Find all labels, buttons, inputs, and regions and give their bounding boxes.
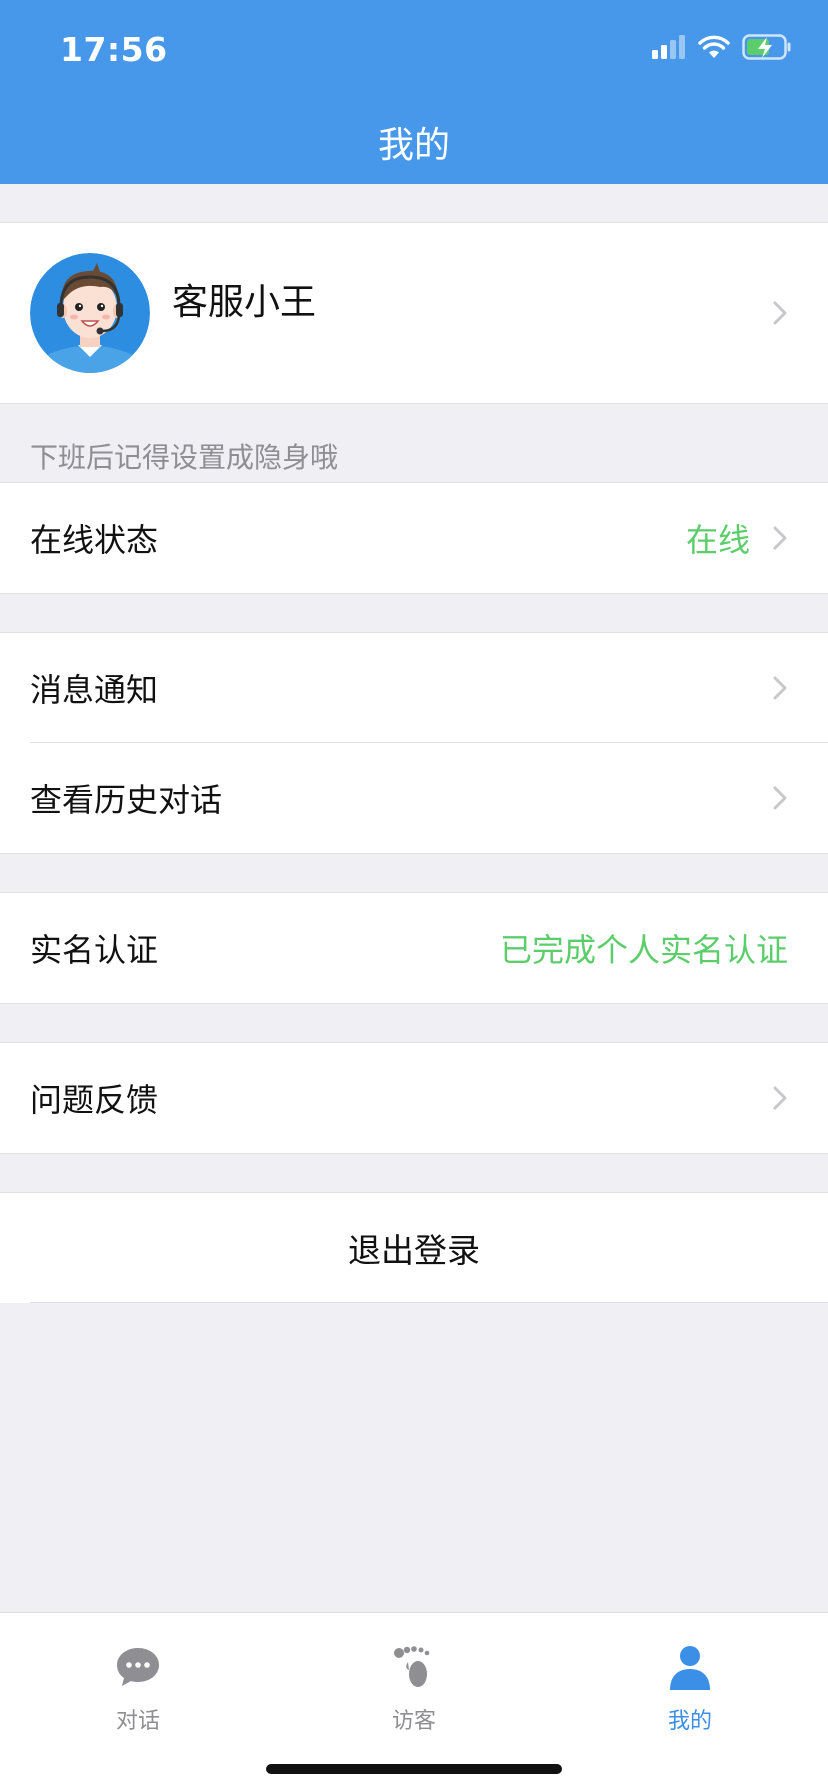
page-title: 我的 [377, 125, 450, 166]
real-name-row[interactable]: 实名认证 已完成个人实名认证 [0, 893, 828, 1003]
feedback-label: 问题反馈 [30, 1081, 159, 1119]
real-name-status: 已完成个人实名认证 [499, 931, 788, 969]
history-row[interactable]: 查看历史对话 [0, 743, 828, 853]
chat-bubble-icon [0, 1641, 276, 1693]
tab-mine-label: 我的 [667, 1709, 712, 1734]
avatar [30, 253, 150, 373]
profile-row[interactable]: 客服小王 [0, 223, 828, 403]
online-status-row[interactable]: 在线状态 在线 [0, 483, 828, 593]
header-bar: 17:56 我的 [0, 0, 828, 184]
row-divider [30, 1302, 828, 1303]
chevron-right-icon [773, 526, 787, 550]
profile-section[interactable]: 客服小王 [0, 222, 828, 404]
chevron-right-icon [773, 301, 787, 325]
logout-section: 退出登录 [0, 1192, 828, 1303]
status-time: 17:56 [60, 30, 168, 69]
logout-label: 退出登录 [348, 1231, 480, 1270]
feedback-section: 问题反馈 [0, 1042, 828, 1154]
notifications-label: 消息通知 [30, 671, 159, 709]
online-status-value: 在线 [685, 521, 750, 559]
feedback-row[interactable]: 问题反馈 [0, 1043, 828, 1153]
history-label: 查看历史对话 [30, 781, 223, 819]
invisible-hint-text: 下班后记得设置成隐身哦 [30, 441, 339, 474]
battery-charging-icon [742, 34, 792, 64]
messages-section: 消息通知 查看历史对话 [0, 632, 828, 854]
chevron-right-icon [773, 676, 787, 700]
tab-chat-label: 对话 [115, 1709, 160, 1734]
home-indicator[interactable] [266, 1764, 562, 1774]
footprint-icon [276, 1641, 552, 1693]
tab-visitors-label: 访客 [391, 1709, 436, 1734]
status-icons [652, 34, 792, 64]
real-name-label: 实名认证 [30, 931, 159, 969]
tab-visitors[interactable]: 访客 [276, 1627, 552, 1735]
tab-chat[interactable]: 对话 [0, 1627, 276, 1735]
screen: 17:56 我的 客服小王 下班后记得设置成隐身哦 在线状态 在线 消息通知 查… [0, 0, 828, 1792]
notifications-row[interactable]: 消息通知 [0, 633, 828, 743]
profile-name: 客服小王 [172, 282, 317, 323]
online-status-label: 在线状态 [30, 521, 159, 559]
logout-button[interactable]: 退出登录 [0, 1193, 828, 1303]
chevron-right-icon [773, 1086, 787, 1110]
person-icon [552, 1641, 828, 1693]
signal-icon [652, 35, 686, 63]
wifi-icon [698, 35, 730, 63]
real-name-section: 实名认证 已完成个人实名认证 [0, 892, 828, 1004]
chevron-right-icon [773, 786, 787, 810]
online-status-section: 在线状态 在线 [0, 482, 828, 594]
tab-mine[interactable]: 我的 [552, 1627, 828, 1735]
